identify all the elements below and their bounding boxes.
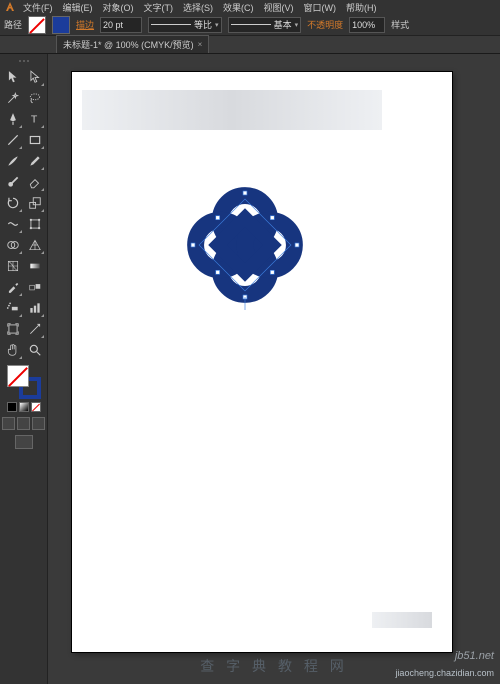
blob-brush-tool[interactable] <box>3 172 23 192</box>
watermark-center: 查 字 典 教 程 网 <box>200 656 347 676</box>
profile-dropdown[interactable]: 等比▾ <box>148 17 222 33</box>
artboard[interactable] <box>72 72 452 652</box>
menu-select[interactable]: 选择(S) <box>179 1 217 14</box>
watermark-site: jb51.net <box>455 650 494 662</box>
color-mode-row <box>7 402 41 412</box>
zoom-tool[interactable] <box>25 340 45 360</box>
screen-mode-icon[interactable] <box>15 435 33 449</box>
app-logo-icon <box>3 0 17 14</box>
draw-normal-icon[interactable] <box>2 417 15 430</box>
selection-type-label: 路径 <box>4 18 22 31</box>
eyedropper-tool[interactable] <box>3 277 23 297</box>
rectangle-tool[interactable] <box>25 130 45 150</box>
magic-wand-tool[interactable] <box>3 88 23 108</box>
fill-swatch[interactable] <box>28 16 46 34</box>
draw-mode-row <box>2 417 45 430</box>
paintbrush-tool[interactable] <box>3 151 23 171</box>
blend-tool[interactable] <box>25 277 45 297</box>
main-area: T <box>0 54 500 684</box>
menu-edit[interactable]: 编辑(E) <box>59 1 97 14</box>
line-segment-tool[interactable] <box>3 130 23 150</box>
width-tool[interactable] <box>3 214 23 234</box>
none-color-icon[interactable] <box>31 402 41 412</box>
watermark-url: jiaocheng.chazidian.com <box>395 668 494 678</box>
menu-help[interactable]: 帮助(H) <box>342 1 381 14</box>
menu-file[interactable]: 文件(F) <box>19 1 57 14</box>
menu-bar: 文件(F) 编辑(E) 对象(O) 文字(T) 选择(S) 效果(C) 视图(V… <box>0 0 500 14</box>
document-tab-bar: 未标题-1* @ 100% (CMYK/预览) × <box>0 36 500 54</box>
type-tool[interactable]: T <box>25 109 45 129</box>
pencil-tool[interactable] <box>25 151 45 171</box>
direct-selection-tool[interactable] <box>25 67 45 87</box>
draw-inside-icon[interactable] <box>32 417 45 430</box>
selection-tool[interactable] <box>3 67 23 87</box>
style-label[interactable]: 样式 <box>391 18 409 31</box>
perspective-grid-tool[interactable] <box>25 235 45 255</box>
stroke-swatch[interactable] <box>52 16 70 34</box>
gradient-color-icon[interactable] <box>19 402 29 412</box>
draw-behind-icon[interactable] <box>17 417 30 430</box>
redacted-region <box>372 612 432 628</box>
toolbox-panel: T <box>0 54 48 684</box>
column-graph-tool[interactable] <box>25 298 45 318</box>
screen-mode-row <box>15 435 33 449</box>
lasso-tool[interactable] <box>25 88 45 108</box>
gradient-tool[interactable] <box>25 256 45 276</box>
control-bar: 路径 描边 等比▾ 基本▾ 不透明度 样式 <box>0 14 500 36</box>
canvas-area[interactable]: 查 字 典 教 程 网 jb51.net jiaocheng.chazidian… <box>48 54 500 684</box>
scale-tool[interactable] <box>25 193 45 213</box>
tab-title: 未标题-1* @ 100% (CMYK/预览) <box>63 38 194 51</box>
menu-view[interactable]: 视图(V) <box>260 1 298 14</box>
slice-tool[interactable] <box>25 319 45 339</box>
svg-text:T: T <box>30 114 37 126</box>
rotate-tool[interactable] <box>3 193 23 213</box>
symbol-sprayer-tool[interactable] <box>3 298 23 318</box>
brush-dropdown[interactable]: 基本▾ <box>228 17 302 33</box>
artboard-tool[interactable] <box>3 319 23 339</box>
fill-stroke-indicator[interactable] <box>7 365 41 399</box>
panel-grip-icon[interactable] <box>9 58 39 64</box>
menu-effect[interactable]: 效果(C) <box>219 1 258 14</box>
opacity-input[interactable] <box>349 17 385 33</box>
shape-builder-tool[interactable] <box>3 235 23 255</box>
solid-color-icon[interactable] <box>7 402 17 412</box>
fill-color-icon[interactable] <box>7 365 29 387</box>
close-icon[interactable]: × <box>198 40 203 49</box>
knot-artwork[interactable] <box>180 180 310 310</box>
mesh-tool[interactable] <box>3 256 23 276</box>
hand-tool[interactable] <box>3 340 23 360</box>
stroke-weight-input[interactable] <box>100 17 142 33</box>
opacity-label[interactable]: 不透明度 <box>307 18 343 31</box>
document-tab[interactable]: 未标题-1* @ 100% (CMYK/预览) × <box>56 35 209 53</box>
eraser-tool[interactable] <box>25 172 45 192</box>
pen-tool[interactable] <box>3 109 23 129</box>
stroke-label[interactable]: 描边 <box>76 18 94 31</box>
menu-window[interactable]: 窗口(W) <box>300 1 341 14</box>
menu-object[interactable]: 对象(O) <box>99 1 138 14</box>
menu-type[interactable]: 文字(T) <box>140 1 178 14</box>
redacted-region <box>82 90 382 130</box>
free-transform-tool[interactable] <box>25 214 45 234</box>
